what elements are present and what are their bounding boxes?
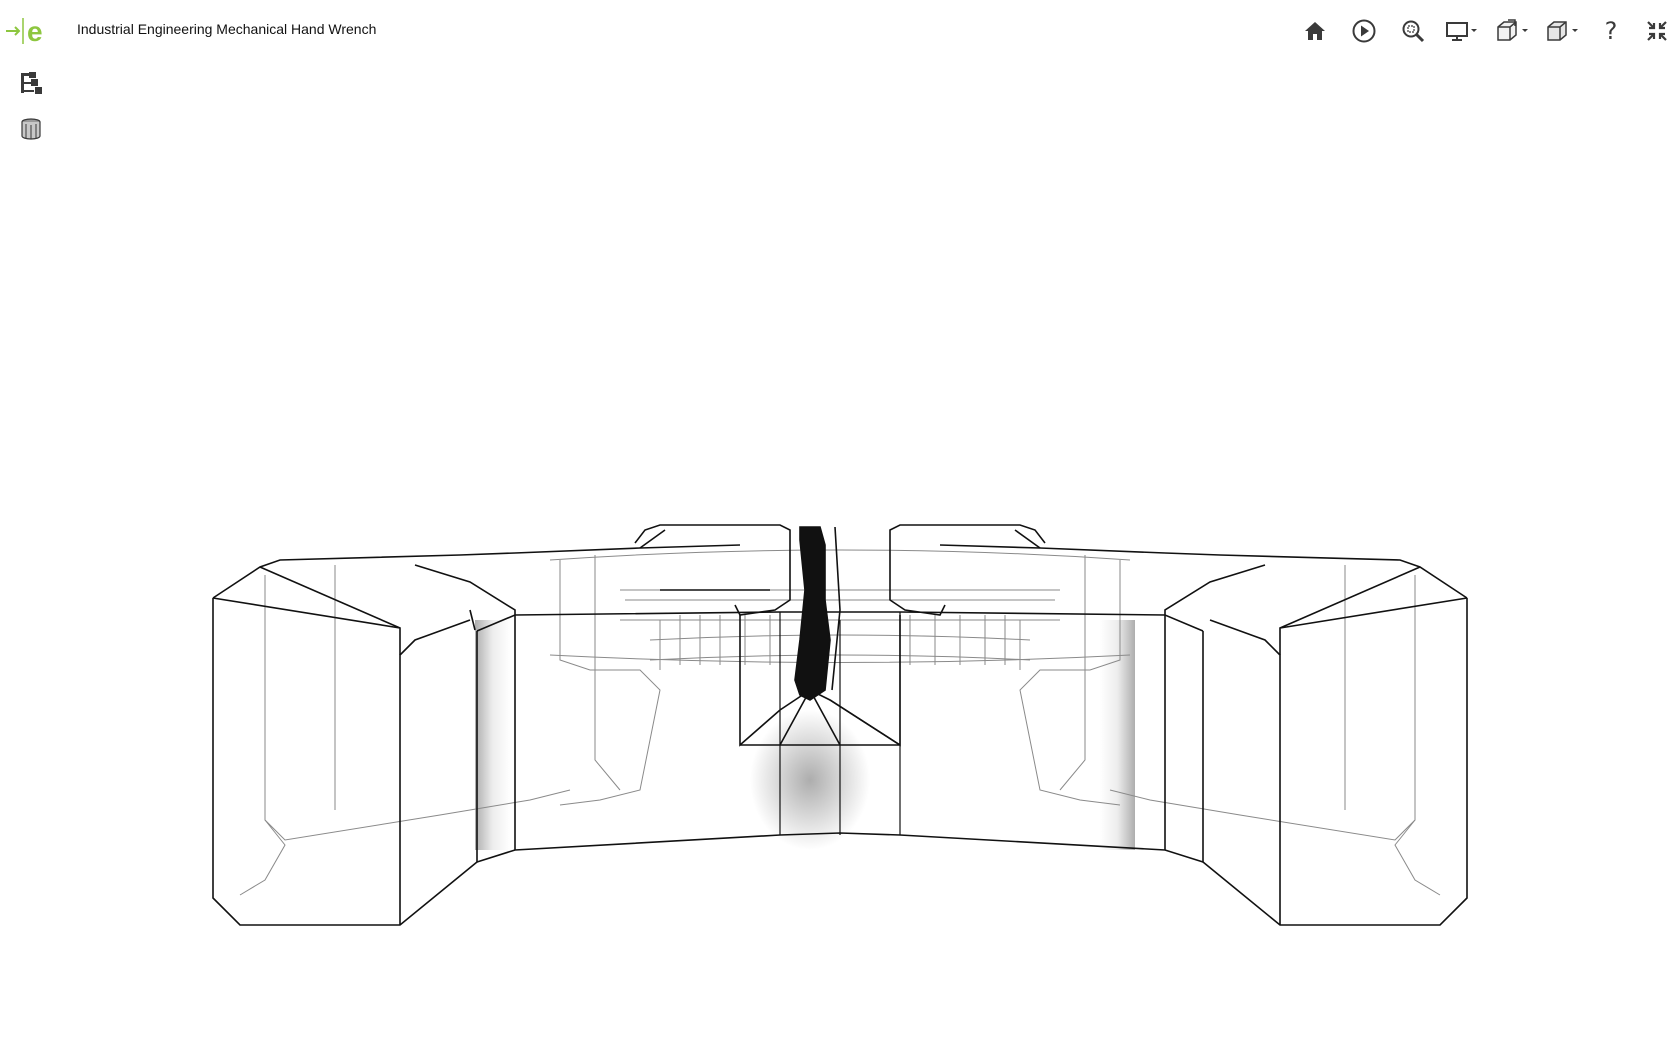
top-toolbar: ?: [1290, 12, 1680, 50]
play-circle-icon: [1352, 19, 1376, 43]
collapse-arrows-icon: [1647, 21, 1667, 41]
zoom-fit-button[interactable]: [1388, 12, 1438, 50]
help-icon: ?: [1604, 17, 1618, 45]
fullscreen-exit-button[interactable]: [1634, 12, 1680, 50]
home-button[interactable]: [1290, 12, 1340, 50]
explode-box-icon: [1497, 19, 1528, 41]
monitor-icon: [1446, 22, 1477, 41]
home-icon: [1305, 22, 1325, 40]
wrench-model: [212, 524, 1468, 926]
display-mode-dropdown[interactable]: [1438, 12, 1488, 50]
help-button[interactable]: ?: [1588, 12, 1634, 50]
explode-dropdown[interactable]: [1488, 12, 1538, 50]
3d-viewport[interactable]: [0, 60, 1680, 1050]
svg-text:e: e: [27, 16, 43, 46]
page-title: Industrial Engineering Mechanical Hand W…: [77, 21, 377, 37]
zoom-fit-icon: [1402, 20, 1425, 43]
cube-icon: [1547, 21, 1578, 41]
e-arrow-logo-icon: e: [6, 16, 43, 46]
play-button[interactable]: [1340, 12, 1388, 50]
view-orientation-dropdown[interactable]: [1538, 12, 1588, 50]
app-logo: e: [6, 12, 52, 48]
